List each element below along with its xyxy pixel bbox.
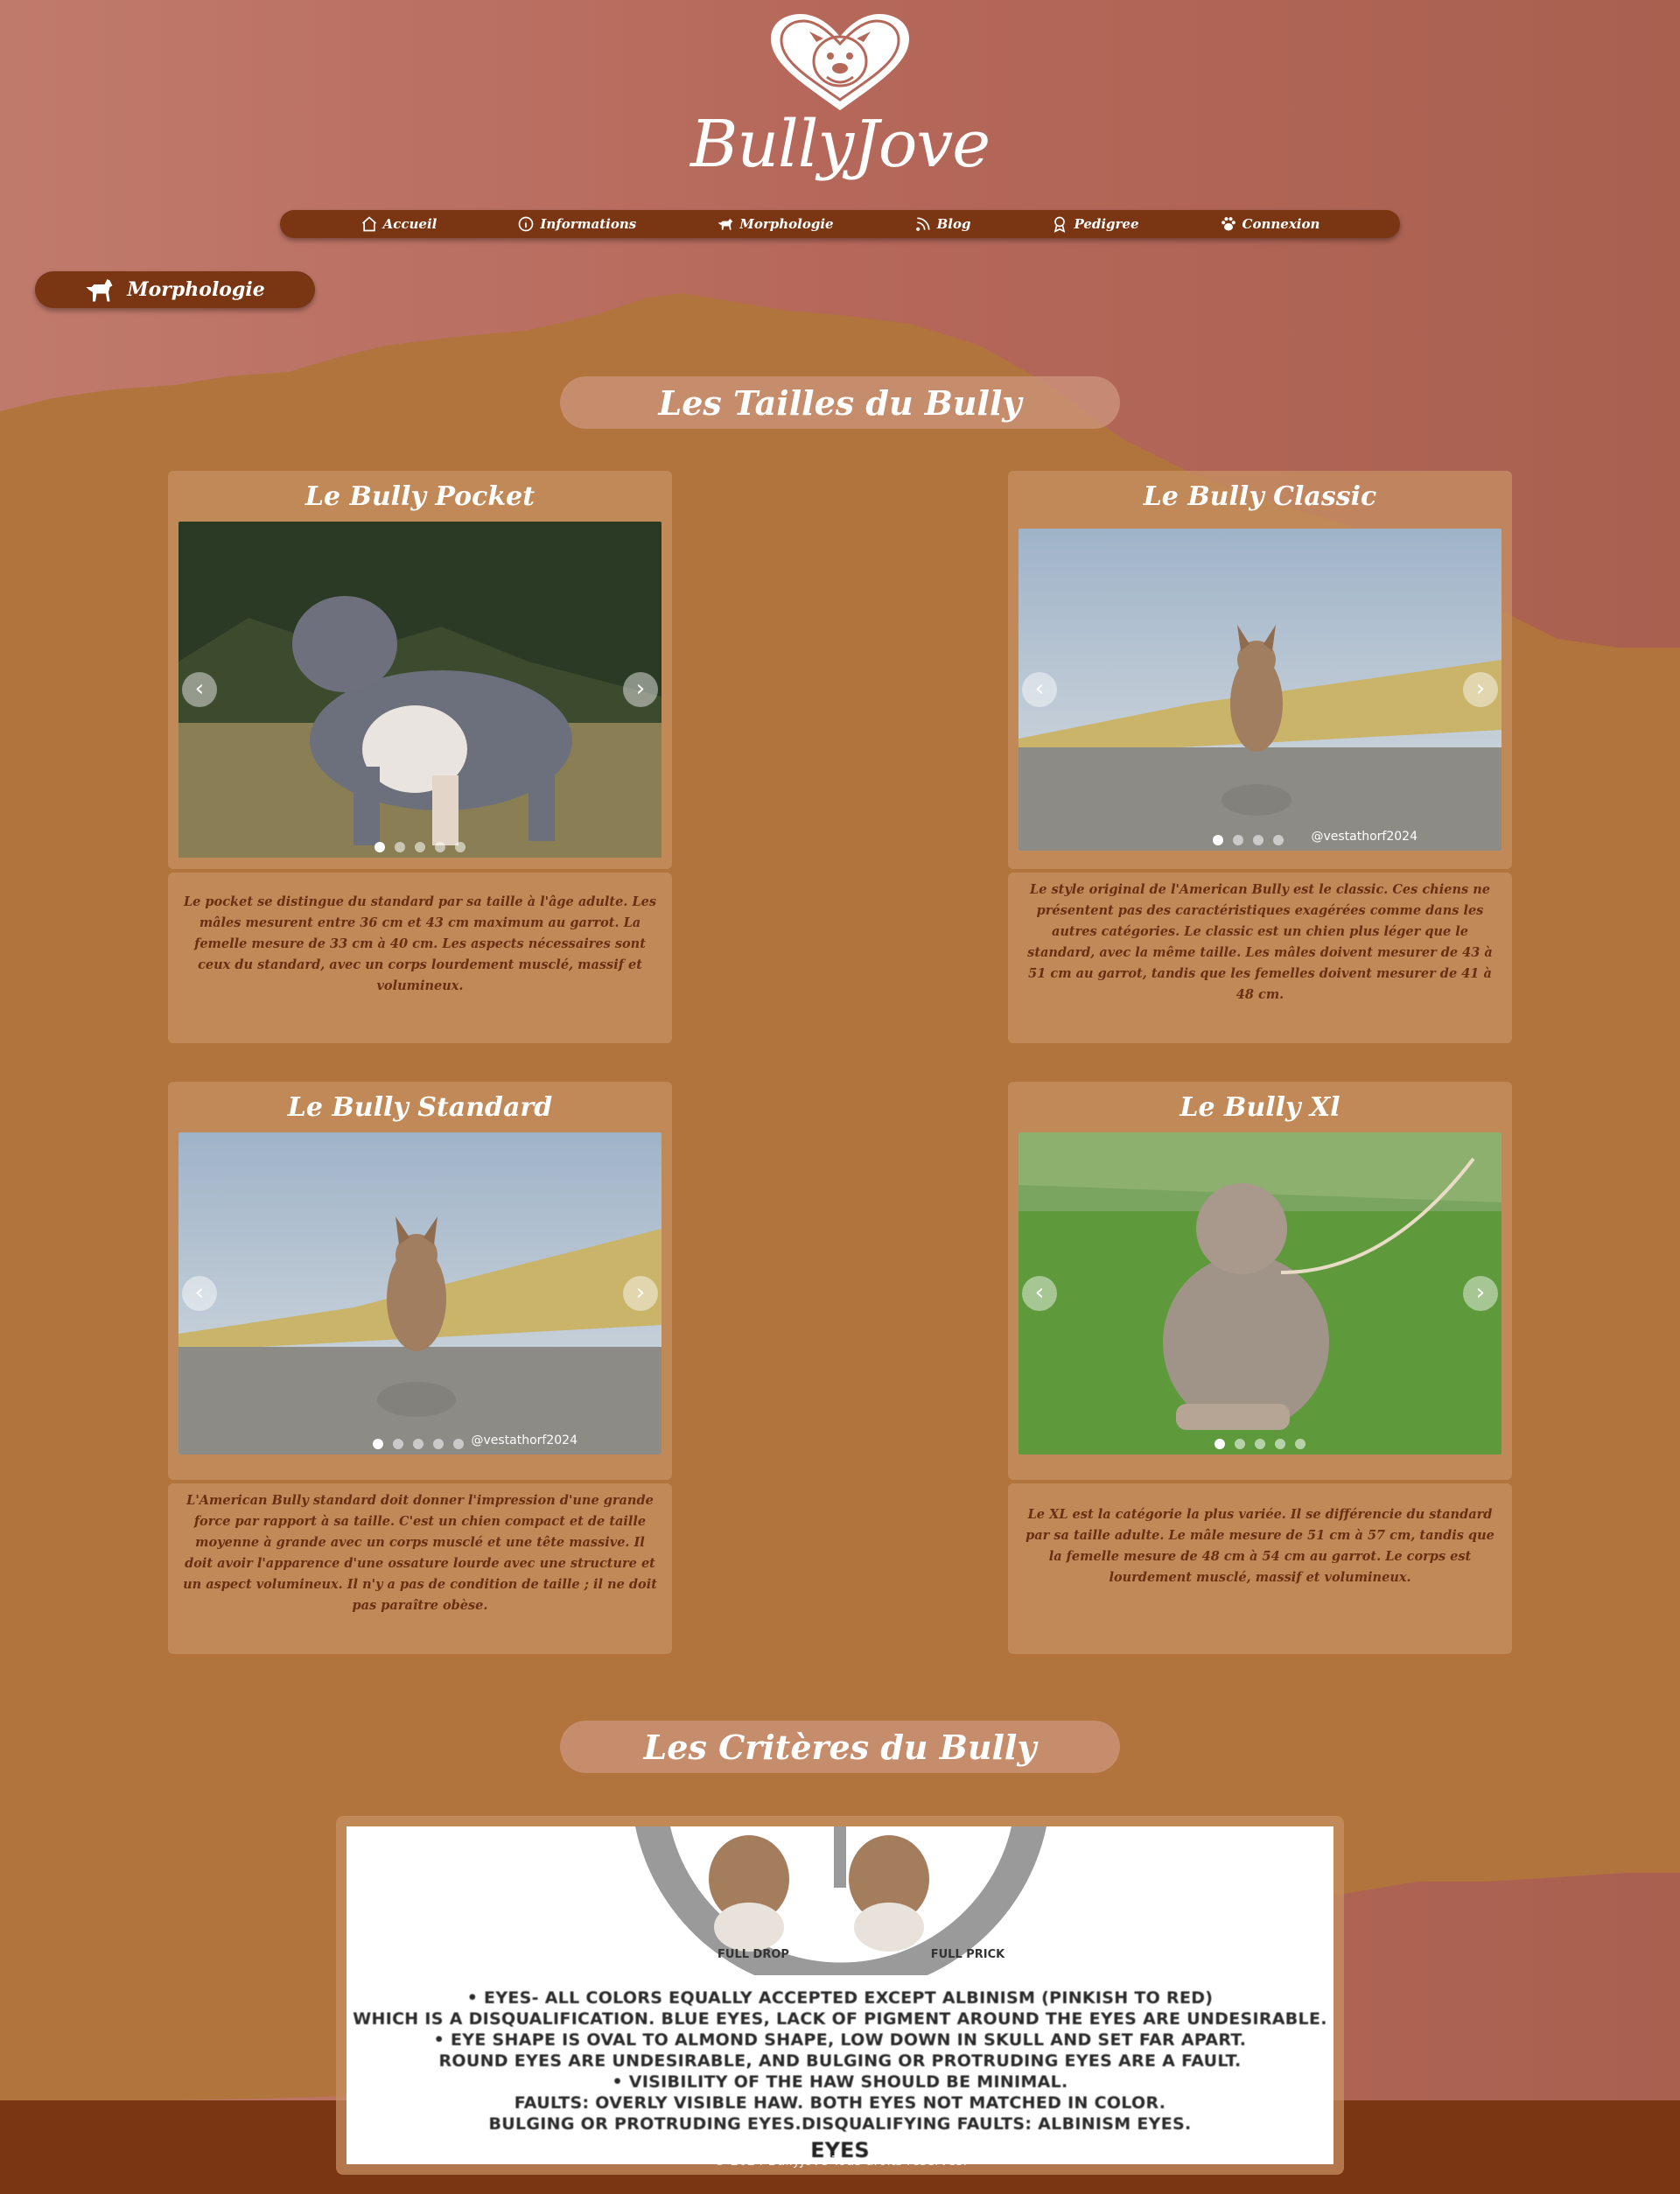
nav-label: Informations <box>540 216 637 232</box>
ear-label-full-prick: FULL PRICK <box>931 1948 1005 1961</box>
criteria-line: FAULTS: OVERLY VISIBLE HAW. BOTH EYES NO… <box>514 2093 1166 2113</box>
nav-item-blog[interactable]: Blog <box>874 210 1012 238</box>
image-carousel[interactable]: ‹ › <box>1018 1132 1502 1454</box>
nav-item-connexion[interactable]: Connexion <box>1180 210 1361 238</box>
nav-item-informations[interactable]: Informations <box>477 210 676 238</box>
nav-label: Blog <box>936 216 971 232</box>
card-description: Le style original de l'American Bully es… <box>1008 873 1512 1043</box>
dog-icon <box>86 279 113 302</box>
card-bully-standard: Le Bully Standard ‹ › @vestathorf2024 L'… <box>168 1082 672 1654</box>
image-carousel[interactable]: ‹ › <box>178 522 662 858</box>
carousel-dot[interactable] <box>373 1439 383 1449</box>
section-title-sizes: Les Tailles du Bully <box>560 376 1120 429</box>
nav-label: Morphologie <box>739 216 834 232</box>
page-badge: Morphologie <box>35 271 315 308</box>
carousel-dot[interactable] <box>1275 1439 1285 1449</box>
dog-icon <box>718 219 733 230</box>
ear-label-full-drop: FULL DROP <box>718 1948 789 1961</box>
footer-copyright: © 2024 BullyJove Tous droits réservés. <box>712 2153 968 2169</box>
carousel-dot[interactable] <box>1295 1439 1306 1449</box>
carousel-dots <box>1018 1439 1502 1449</box>
carousel-next-button[interactable]: › <box>1463 672 1498 707</box>
carousel-prev-button[interactable]: ‹ <box>182 1276 217 1311</box>
card-bully-pocket: Le Bully Pocket ‹ › Le pocket se disting… <box>168 471 672 1043</box>
dog-photo <box>178 1132 662 1454</box>
carousel-prev-button[interactable]: ‹ <box>1022 672 1057 707</box>
carousel-dot[interactable] <box>415 842 425 852</box>
dog-photo <box>1018 1132 1502 1454</box>
criteria-line: BULGING OR PROTRUDING EYES.DISQUALIFYING… <box>488 2114 1192 2134</box>
card-description: Le XL est la catégorie la plus variée. I… <box>1008 1483 1512 1654</box>
nav-label: Accueil <box>382 216 438 232</box>
carousel-next-button[interactable]: › <box>623 672 658 707</box>
carousel-dot[interactable] <box>1213 835 1223 845</box>
carousel-dot[interactable] <box>1255 1439 1265 1449</box>
card-bully-classic: Le Bully Classic ‹ › @vestathorf2024 Le … <box>1008 471 1512 1043</box>
criteria-line: ROUND EYES ARE UNDESIRABLE, AND BULGING … <box>438 2051 1242 2071</box>
card-title: Le Bully Pocket <box>304 481 536 512</box>
photo-watermark: @vestathorf2024 <box>471 1433 578 1447</box>
criteria-line: • VISIBILITY OF THE HAW SHOULD BE MINIMA… <box>612 2072 1068 2092</box>
brand-name: BullyJove <box>690 107 990 182</box>
carousel-dot[interactable] <box>393 1439 403 1449</box>
card-title: Le Bully Classic <box>1143 481 1377 512</box>
carousel-dot[interactable] <box>1214 1439 1225 1449</box>
card-bully-xl: Le Bully Xl ‹ › Le XL est la catégorie l… <box>1008 1082 1512 1654</box>
carousel-dot[interactable] <box>453 1439 464 1449</box>
card-title: Le Bully Standard <box>287 1092 553 1123</box>
rss-icon <box>915 217 930 231</box>
section-title-criteria: Les Critères du Bully <box>560 1721 1120 1773</box>
nav-item-morphologie[interactable]: Morphologie <box>676 210 873 238</box>
carousel-dot[interactable] <box>433 1439 444 1449</box>
carousel-dot[interactable] <box>413 1439 424 1449</box>
criteria-line: WHICH IS A DISQUALIFICATION. BLUE EYES, … <box>353 2009 1327 2029</box>
paw-icon <box>1221 217 1236 231</box>
carousel-dot[interactable] <box>455 842 466 852</box>
kennel-seal-graphic: FULL DROP FULL PRICK <box>635 1826 1046 1975</box>
carousel-dot[interactable] <box>1273 835 1284 845</box>
dog-photo <box>1018 529 1502 851</box>
image-carousel[interactable]: ‹ › @vestathorf2024 <box>1018 529 1502 851</box>
criteria-line: • EYES- ALL COLORS EQUALLY ACCEPTED EXCE… <box>466 1988 1214 2008</box>
info-icon <box>519 216 534 232</box>
home-icon <box>361 216 376 232</box>
carousel-dots <box>1018 835 1502 845</box>
nav-label: Pedigree <box>1074 216 1139 232</box>
carousel-dot[interactable] <box>1235 1439 1245 1449</box>
carousel-prev-button[interactable]: ‹ <box>1022 1276 1057 1311</box>
carousel-dot[interactable] <box>395 842 405 852</box>
carousel-next-button[interactable]: › <box>1463 1276 1498 1311</box>
nav-item-accueil[interactable]: Accueil <box>320 210 478 238</box>
photo-watermark: @vestathorf2024 <box>1311 830 1418 844</box>
criteria-line: • EYE SHAPE IS OVAL TO ALMOND SHAPE, LOW… <box>433 2030 1247 2050</box>
carousel-dot[interactable] <box>1253 835 1264 845</box>
page-badge-label: Morphologie <box>127 278 265 301</box>
nav-label: Connexion <box>1242 216 1320 232</box>
carousel-dot[interactable] <box>435 842 445 852</box>
criteria-text: • EYES- ALL COLORS EQUALLY ACCEPTED EXCE… <box>346 1987 1334 2134</box>
dog-photo <box>178 522 662 858</box>
carousel-dots <box>178 1439 662 1449</box>
nav-item-pedigree[interactable]: Pedigree <box>1011 210 1179 238</box>
brand-logo[interactable]: BullyJove <box>0 12 1680 177</box>
badge-icon <box>1054 216 1066 233</box>
carousel-dot[interactable] <box>1233 835 1243 845</box>
carousel-next-button[interactable]: › <box>623 1276 658 1311</box>
image-carousel[interactable]: ‹ › @vestathorf2024 <box>178 1132 662 1454</box>
criteria-panel: FULL DROP FULL PRICK • EYES- ALL COLORS … <box>336 1816 1344 2175</box>
carousel-dots <box>178 842 662 852</box>
criteria-image: FULL DROP FULL PRICK • EYES- ALL COLORS … <box>346 1826 1334 2164</box>
card-description: L'American Bully standard doit donner l'… <box>168 1483 672 1654</box>
main-nav: Accueil Informations Morphologie Blog Pe… <box>280 210 1400 238</box>
carousel-prev-button[interactable]: ‹ <box>182 672 217 707</box>
carousel-dot[interactable] <box>374 842 385 852</box>
card-description: Le pocket se distingue du standard par s… <box>168 873 672 1043</box>
card-title: Le Bully Xl <box>1180 1092 1340 1123</box>
bulldog-heart-logo <box>771 14 909 110</box>
